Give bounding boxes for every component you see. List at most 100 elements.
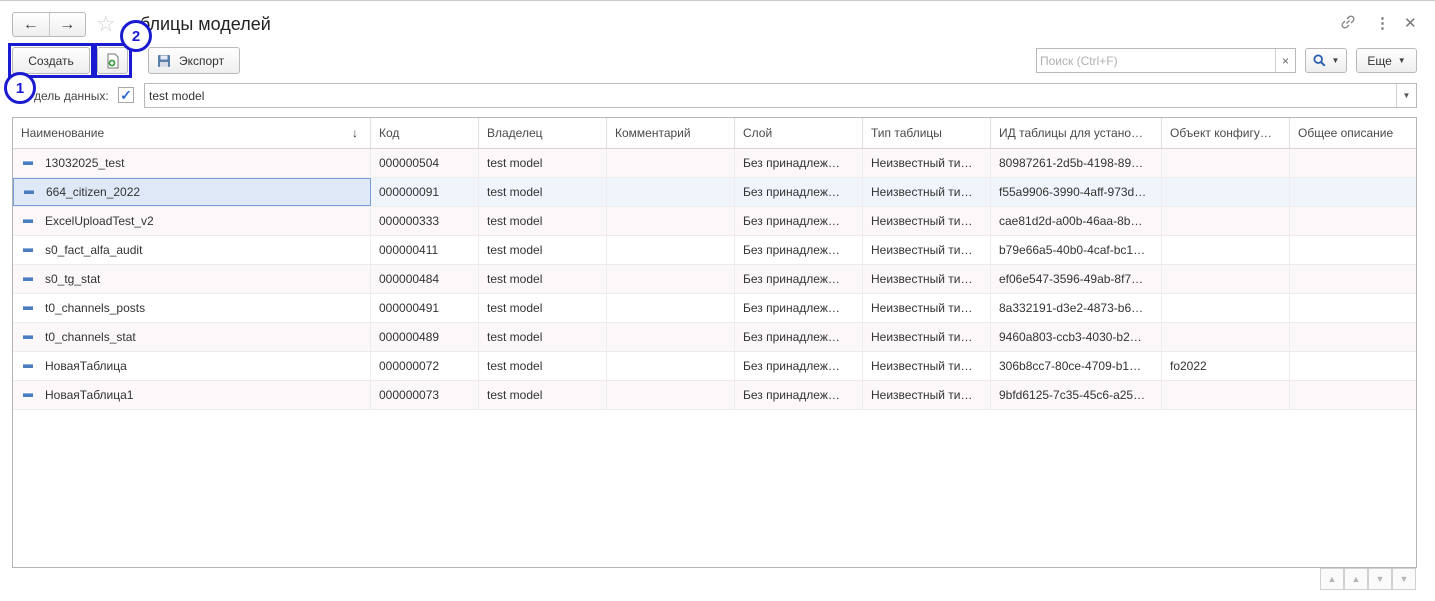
cell-comment[interactable]	[607, 236, 735, 264]
scroll-first-button[interactable]: ▲	[1320, 568, 1344, 590]
close-icon[interactable]: ✕	[1404, 14, 1417, 32]
cell-code[interactable]: 000000073	[371, 381, 479, 409]
scroll-prev-button[interactable]: ▲	[1344, 568, 1368, 590]
model-select-field[interactable]: test model ▼	[144, 83, 1417, 108]
cell-owner[interactable]: test model	[479, 352, 607, 380]
cell-owner[interactable]: test model	[479, 323, 607, 351]
cell-name[interactable]: s0_tg_stat	[13, 265, 371, 293]
column-header-name[interactable]: Наименование ↓	[13, 118, 371, 148]
cell-name[interactable]: НоваяТаблица	[13, 352, 371, 380]
cell-config-object[interactable]: fo2022	[1162, 352, 1290, 380]
cell-layer[interactable]: Без принадлеж…	[735, 149, 863, 177]
table-row[interactable]: 13032025_test 000000504 test model Без прин…	[13, 149, 1416, 178]
cell-config-object[interactable]	[1162, 178, 1290, 206]
table-row[interactable]: НоваяТаблица 000000072 test model Без прина…	[13, 352, 1416, 381]
cell-layer[interactable]: Без принадлеж…	[735, 236, 863, 264]
cell-name[interactable]: s0_fact_alfa_audit	[13, 236, 371, 264]
cell-description[interactable]	[1290, 323, 1416, 351]
cell-code[interactable]: 000000333	[371, 207, 479, 235]
cell-config-object[interactable]	[1162, 294, 1290, 322]
cell-table-type[interactable]: Неизвестный ти…	[863, 236, 991, 264]
favorite-star-icon[interactable]: ☆	[96, 12, 116, 36]
cell-name[interactable]: НоваяТаблица1	[13, 381, 371, 409]
cell-name[interactable]: t0_channels_posts	[13, 294, 371, 322]
cell-owner[interactable]: test model	[479, 381, 607, 409]
cell-code[interactable]: 000000489	[371, 323, 479, 351]
cell-table-id[interactable]: 9460a803-ccb3-4030-b2…	[991, 323, 1162, 351]
model-filter-checkbox[interactable]: ✓	[118, 87, 134, 103]
cell-code[interactable]: 000000504	[371, 149, 479, 177]
cell-config-object[interactable]	[1162, 236, 1290, 264]
cell-config-object[interactable]	[1162, 323, 1290, 351]
cell-table-id[interactable]: 9bfd6125-7c35-45c6-a25…	[991, 381, 1162, 409]
cell-table-type[interactable]: Неизвестный ти…	[863, 352, 991, 380]
cell-description[interactable]	[1290, 265, 1416, 293]
cell-layer[interactable]: Без принадлеж…	[735, 381, 863, 409]
cell-owner[interactable]: test model	[479, 207, 607, 235]
table-row[interactable]: t0_channels_posts 000000491 test model Без …	[13, 294, 1416, 323]
cell-comment[interactable]	[607, 207, 735, 235]
cell-owner[interactable]: test model	[479, 149, 607, 177]
cell-description[interactable]	[1290, 294, 1416, 322]
back-button[interactable]: ←	[13, 13, 49, 36]
table-row[interactable]: t0_channels_stat 000000489 test model Без п…	[13, 323, 1416, 352]
table-row[interactable]: НоваяТаблица1 000000073 test model Без прин…	[13, 381, 1416, 410]
cell-description[interactable]	[1290, 352, 1416, 380]
more-button[interactable]: Еще ▼	[1356, 48, 1417, 73]
column-header-comment[interactable]: Комментарий	[607, 118, 735, 148]
cell-table-type[interactable]: Неизвестный ти…	[863, 265, 991, 293]
cell-layer[interactable]: Без принадлеж…	[735, 294, 863, 322]
cell-config-object[interactable]	[1162, 381, 1290, 409]
column-header-layer[interactable]: Слой	[735, 118, 863, 148]
cell-description[interactable]	[1290, 178, 1416, 206]
cell-owner[interactable]: test model	[479, 294, 607, 322]
cell-config-object[interactable]	[1162, 207, 1290, 235]
cell-owner[interactable]: test model	[479, 265, 607, 293]
cell-code[interactable]: 000000091	[371, 178, 479, 206]
link-icon[interactable]	[1340, 14, 1356, 34]
scroll-next-button[interactable]: ▼	[1368, 568, 1392, 590]
scroll-last-button[interactable]: ▼	[1392, 568, 1416, 590]
cell-description[interactable]	[1290, 149, 1416, 177]
cell-table-type[interactable]: Неизвестный ти…	[863, 178, 991, 206]
cell-table-type[interactable]: Неизвестный ти…	[863, 149, 991, 177]
table-row[interactable]: 664_citizen_2022 000000091 test model Без п…	[13, 178, 1416, 207]
cell-table-id[interactable]: ef06e547-3596-49ab-8f7…	[991, 265, 1162, 293]
cell-comment[interactable]	[607, 149, 735, 177]
cell-table-type[interactable]: Неизвестный ти…	[863, 294, 991, 322]
cell-layer[interactable]: Без принадлеж…	[735, 178, 863, 206]
cell-owner[interactable]: test model	[479, 178, 607, 206]
cell-layer[interactable]: Без принадлеж…	[735, 207, 863, 235]
cell-description[interactable]	[1290, 381, 1416, 409]
column-header-config-object[interactable]: Объект конфигу…	[1162, 118, 1290, 148]
cell-name[interactable]: 664_citizen_2022	[13, 178, 371, 206]
cell-description[interactable]	[1290, 236, 1416, 264]
cell-code[interactable]: 000000072	[371, 352, 479, 380]
cell-name[interactable]: t0_channels_stat	[13, 323, 371, 351]
cell-description[interactable]	[1290, 207, 1416, 235]
cell-config-object[interactable]	[1162, 149, 1290, 177]
column-header-code[interactable]: Код	[371, 118, 479, 148]
search-field[interactable]: ×	[1036, 48, 1296, 73]
cell-table-type[interactable]: Неизвестный ти…	[863, 381, 991, 409]
cell-table-id[interactable]: cae81d2d-a00b-46aa-8b…	[991, 207, 1162, 235]
cell-comment[interactable]	[607, 352, 735, 380]
cell-table-id[interactable]: 80987261-2d5b-4198-89…	[991, 149, 1162, 177]
search-clear-button[interactable]: ×	[1275, 49, 1295, 72]
column-header-owner[interactable]: Владелец	[479, 118, 607, 148]
export-button[interactable]: Экспорт	[148, 47, 240, 74]
table-row[interactable]: s0_tg_stat 000000484 test model Без принадл…	[13, 265, 1416, 294]
cell-layer[interactable]: Без принадлеж…	[735, 323, 863, 351]
cell-comment[interactable]	[607, 294, 735, 322]
cell-code[interactable]: 000000484	[371, 265, 479, 293]
cell-comment[interactable]	[607, 381, 735, 409]
column-header-table-type[interactable]: Тип таблицы	[863, 118, 991, 148]
cell-code[interactable]: 000000411	[371, 236, 479, 264]
table-row[interactable]: s0_fact_alfa_audit 000000411 test model Без…	[13, 236, 1416, 265]
cell-table-id[interactable]: 8a332191-d3e2-4873-b6…	[991, 294, 1162, 322]
cell-config-object[interactable]	[1162, 265, 1290, 293]
column-header-table-id[interactable]: ИД таблицы для устано…	[991, 118, 1162, 148]
more-menu-icon[interactable]: ⋮	[1375, 14, 1390, 32]
search-input[interactable]	[1037, 49, 1273, 72]
cell-name[interactable]: ExcelUploadTest_v2	[13, 207, 371, 235]
